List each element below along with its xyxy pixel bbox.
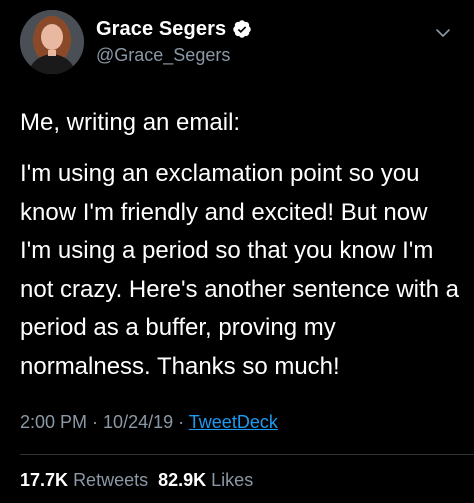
likes-label: Likes bbox=[211, 470, 254, 490]
retweets-label: Retweets bbox=[73, 470, 149, 490]
tweet-source-link[interactable]: TweetDeck bbox=[189, 412, 278, 432]
author-block[interactable]: Grace Segers @Grace_Segers bbox=[96, 16, 252, 66]
user-handle[interactable]: @Grace_Segers bbox=[96, 45, 252, 66]
chevron-down-icon[interactable] bbox=[434, 24, 452, 42]
retweets-stat[interactable]: 17.7K Retweets bbox=[20, 470, 148, 490]
tweet-time[interactable]: 2:00 PM bbox=[20, 412, 87, 432]
divider bbox=[20, 454, 474, 455]
tweet-card: Grace Segers @Grace_Segers Me, writing a… bbox=[0, 0, 474, 503]
verified-badge-icon bbox=[232, 19, 252, 39]
meta-separator: · bbox=[87, 412, 104, 432]
display-name[interactable]: Grace Segers bbox=[96, 18, 226, 41]
tweet-date[interactable]: 10/24/19 bbox=[103, 412, 173, 432]
tweet-text-intro: Me, writing an email: bbox=[20, 109, 241, 136]
tweet-stats: 17.7K Retweets 82.9K Likes bbox=[20, 470, 253, 491]
meta-separator: · bbox=[173, 412, 189, 432]
likes-stat[interactable]: 82.9K Likes bbox=[158, 470, 253, 490]
avatar[interactable] bbox=[20, 10, 84, 74]
avatar-image bbox=[20, 10, 84, 74]
tweet-meta: 2:00 PM · 10/24/19 · TweetDeck bbox=[20, 412, 278, 433]
likes-count: 82.9K bbox=[158, 470, 207, 490]
retweets-count: 17.7K bbox=[20, 470, 69, 490]
tweet-text-body: I'm using an exclamation point so you kn… bbox=[20, 160, 460, 380]
